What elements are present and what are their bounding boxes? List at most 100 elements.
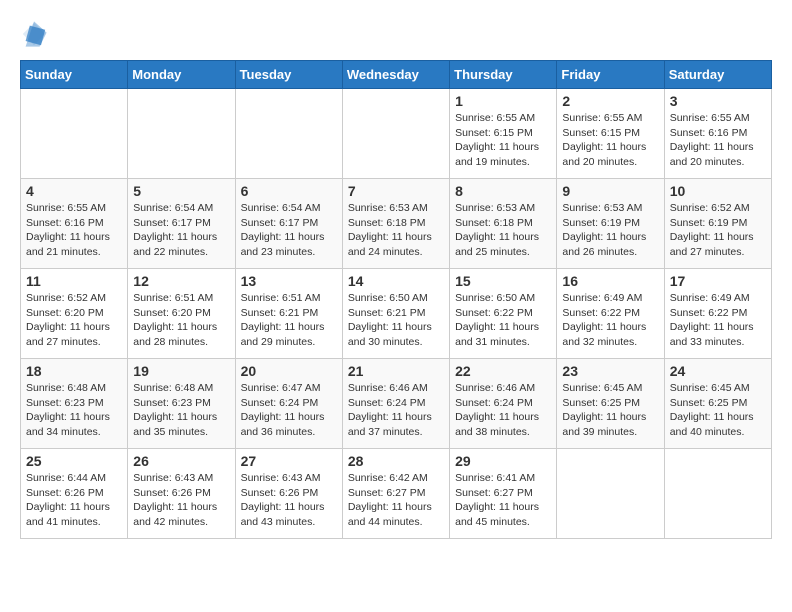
calendar-cell [235,89,342,179]
day-number: 28 [348,453,444,469]
day-info: Sunrise: 6:42 AM Sunset: 6:27 PM Dayligh… [348,471,444,530]
calendar-cell: 19 Sunrise: 6:48 AM Sunset: 6:23 PM Dayli… [128,359,235,449]
day-info: Sunrise: 6:53 AM Sunset: 6:18 PM Dayligh… [455,201,551,260]
day-info: Sunrise: 6:44 AM Sunset: 6:26 PM Dayligh… [26,471,122,530]
day-number: 17 [670,273,766,289]
day-number: 13 [241,273,337,289]
day-number: 8 [455,183,551,199]
day-number: 6 [241,183,337,199]
column-header-saturday: Saturday [664,61,771,89]
day-info: Sunrise: 6:54 AM Sunset: 6:17 PM Dayligh… [241,201,337,260]
calendar-body: 1 Sunrise: 6:55 AM Sunset: 6:15 PM Daylig… [21,89,772,539]
day-number: 29 [455,453,551,469]
day-number: 3 [670,93,766,109]
day-info: Sunrise: 6:49 AM Sunset: 6:22 PM Dayligh… [562,291,658,350]
day-number: 27 [241,453,337,469]
day-info: Sunrise: 6:43 AM Sunset: 6:26 PM Dayligh… [241,471,337,530]
day-number: 23 [562,363,658,379]
day-info: Sunrise: 6:54 AM Sunset: 6:17 PM Dayligh… [133,201,229,260]
day-number: 5 [133,183,229,199]
column-header-monday: Monday [128,61,235,89]
calendar-week-2: 4 Sunrise: 6:55 AM Sunset: 6:16 PM Daylig… [21,179,772,269]
calendar-week-1: 1 Sunrise: 6:55 AM Sunset: 6:15 PM Daylig… [21,89,772,179]
day-info: Sunrise: 6:48 AM Sunset: 6:23 PM Dayligh… [133,381,229,440]
calendar-week-3: 11 Sunrise: 6:52 AM Sunset: 6:20 PM Dayli… [21,269,772,359]
column-header-friday: Friday [557,61,664,89]
day-info: Sunrise: 6:47 AM Sunset: 6:24 PM Dayligh… [241,381,337,440]
day-info: Sunrise: 6:50 AM Sunset: 6:21 PM Dayligh… [348,291,444,350]
day-info: Sunrise: 6:48 AM Sunset: 6:23 PM Dayligh… [26,381,122,440]
calendar-cell: 21Sunrise: 6:46 AM Sunset: 6:24 PM Dayli… [342,359,449,449]
day-number: 25 [26,453,122,469]
calendar-cell: 8 Sunrise: 6:53 AM Sunset: 6:18 PM Daylig… [450,179,557,269]
day-number: 15 [455,273,551,289]
calendar-week-4: 18 Sunrise: 6:48 AM Sunset: 6:23 PM Dayli… [21,359,772,449]
day-number: 22 [455,363,551,379]
calendar-cell: 6 Sunrise: 6:54 AM Sunset: 6:17 PM Daylig… [235,179,342,269]
calendar-cell: 17Sunrise: 6:49 AM Sunset: 6:22 PM Dayli… [664,269,771,359]
day-number: 14 [348,273,444,289]
calendar-cell [664,449,771,539]
day-number: 16 [562,273,658,289]
day-info: Sunrise: 6:41 AM Sunset: 6:27 PM Dayligh… [455,471,551,530]
calendar-cell: 7Sunrise: 6:53 AM Sunset: 6:18 PM Daylig… [342,179,449,269]
calendar-cell: 18 Sunrise: 6:48 AM Sunset: 6:23 PM Dayli… [21,359,128,449]
header-row: SundayMondayTuesdayWednesdayThursdayFrid… [21,61,772,89]
calendar-cell: 29 Sunrise: 6:41 AM Sunset: 6:27 PM Dayli… [450,449,557,539]
calendar-cell: 20 Sunrise: 6:47 AM Sunset: 6:24 PM Dayli… [235,359,342,449]
day-number: 26 [133,453,229,469]
day-number: 18 [26,363,122,379]
day-number: 4 [26,183,122,199]
calendar-cell: 24Sunrise: 6:45 AM Sunset: 6:25 PM Dayli… [664,359,771,449]
day-number: 9 [562,183,658,199]
calendar-cell: 22Sunrise: 6:46 AM Sunset: 6:24 PM Dayli… [450,359,557,449]
day-info: Sunrise: 6:55 AM Sunset: 6:16 PM Dayligh… [26,201,122,260]
column-header-thursday: Thursday [450,61,557,89]
column-header-tuesday: Tuesday [235,61,342,89]
calendar-cell: 14 Sunrise: 6:50 AM Sunset: 6:21 PM Dayli… [342,269,449,359]
day-info: Sunrise: 6:55 AM Sunset: 6:16 PM Dayligh… [670,111,766,170]
calendar-cell: 26 Sunrise: 6:43 AM Sunset: 6:26 PM Dayli… [128,449,235,539]
day-info: Sunrise: 6:55 AM Sunset: 6:15 PM Dayligh… [562,111,658,170]
day-info: Sunrise: 6:55 AM Sunset: 6:15 PM Dayligh… [455,111,551,170]
calendar-cell: 9 Sunrise: 6:53 AM Sunset: 6:19 PM Daylig… [557,179,664,269]
column-header-wednesday: Wednesday [342,61,449,89]
column-header-sunday: Sunday [21,61,128,89]
day-number: 1 [455,93,551,109]
day-number: 2 [562,93,658,109]
day-number: 10 [670,183,766,199]
day-info: Sunrise: 6:52 AM Sunset: 6:20 PM Dayligh… [26,291,122,350]
calendar-cell: 27 Sunrise: 6:43 AM Sunset: 6:26 PM Dayli… [235,449,342,539]
day-number: 20 [241,363,337,379]
day-info: Sunrise: 6:45 AM Sunset: 6:25 PM Dayligh… [670,381,766,440]
calendar-cell [557,449,664,539]
calendar-cell: 23 Sunrise: 6:45 AM Sunset: 6:25 PM Dayli… [557,359,664,449]
day-info: Sunrise: 6:45 AM Sunset: 6:25 PM Dayligh… [562,381,658,440]
day-info: Sunrise: 6:51 AM Sunset: 6:20 PM Dayligh… [133,291,229,350]
calendar-cell: 16 Sunrise: 6:49 AM Sunset: 6:22 PM Dayli… [557,269,664,359]
calendar-cell: 11 Sunrise: 6:52 AM Sunset: 6:20 PM Dayli… [21,269,128,359]
calendar-cell: 1 Sunrise: 6:55 AM Sunset: 6:15 PM Daylig… [450,89,557,179]
calendar-header: SundayMondayTuesdayWednesdayThursdayFrid… [21,61,772,89]
calendar-week-5: 25 Sunrise: 6:44 AM Sunset: 6:26 PM Dayli… [21,449,772,539]
day-info: Sunrise: 6:43 AM Sunset: 6:26 PM Dayligh… [133,471,229,530]
calendar-table: SundayMondayTuesdayWednesdayThursdayFrid… [20,60,772,539]
calendar-cell: 12 Sunrise: 6:51 AM Sunset: 6:20 PM Dayli… [128,269,235,359]
day-info: Sunrise: 6:50 AM Sunset: 6:22 PM Dayligh… [455,291,551,350]
day-info: Sunrise: 6:51 AM Sunset: 6:21 PM Dayligh… [241,291,337,350]
day-info: Sunrise: 6:53 AM Sunset: 6:19 PM Dayligh… [562,201,658,260]
logo [20,20,52,48]
calendar-cell [128,89,235,179]
calendar-cell: 10 Sunrise: 6:52 AM Sunset: 6:19 PM Dayli… [664,179,771,269]
calendar-cell: 13 Sunrise: 6:51 AM Sunset: 6:21 PM Dayli… [235,269,342,359]
calendar-cell: 15 Sunrise: 6:50 AM Sunset: 6:22 PM Dayli… [450,269,557,359]
day-info: Sunrise: 6:52 AM Sunset: 6:19 PM Dayligh… [670,201,766,260]
calendar-cell [21,89,128,179]
day-number: 7 [348,183,444,199]
calendar-cell [342,89,449,179]
calendar-cell: 5 Sunrise: 6:54 AM Sunset: 6:17 PM Daylig… [128,179,235,269]
calendar-cell: 4 Sunrise: 6:55 AM Sunset: 6:16 PM Daylig… [21,179,128,269]
day-number: 12 [133,273,229,289]
day-number: 19 [133,363,229,379]
day-number: 11 [26,273,122,289]
